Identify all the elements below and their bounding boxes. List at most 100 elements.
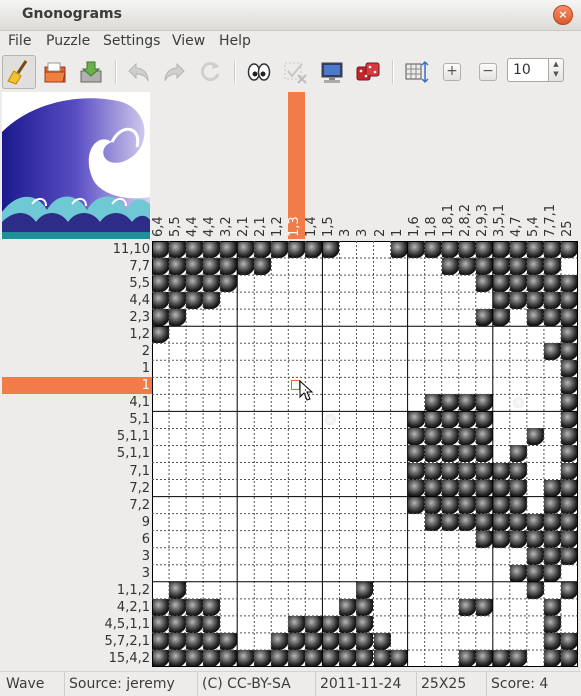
filled-cell[interactable] (543, 564, 561, 582)
unknown-cell[interactable] (544, 428, 561, 445)
filled-cell[interactable] (492, 292, 510, 310)
filled-cell[interactable] (509, 564, 527, 582)
unknown-cell[interactable] (305, 258, 322, 275)
unknown-cell[interactable] (442, 633, 459, 650)
close-button[interactable]: × (553, 5, 573, 25)
unknown-cell[interactable] (254, 633, 271, 650)
unknown-cell[interactable] (220, 565, 237, 582)
filled-cell[interactable] (441, 496, 459, 514)
filled-cell[interactable] (560, 292, 578, 310)
filled-cell[interactable] (169, 615, 187, 633)
unknown-cell[interactable] (408, 275, 425, 292)
unknown-cell[interactable] (322, 292, 339, 309)
unknown-cell[interactable] (288, 411, 305, 428)
unknown-cell[interactable] (271, 394, 288, 411)
unknown-cell[interactable] (527, 497, 544, 514)
filled-cell[interactable] (458, 462, 476, 480)
unknown-cell[interactable] (459, 582, 476, 599)
unknown-cell[interactable] (237, 343, 254, 360)
unknown-cell[interactable] (442, 548, 459, 565)
unknown-cell[interactable] (339, 411, 356, 428)
filled-cell[interactable] (169, 598, 187, 616)
filled-cell[interactable] (152, 632, 169, 650)
unknown-cell[interactable] (322, 360, 339, 377)
unknown-cell[interactable] (510, 582, 527, 599)
unknown-cell[interactable] (305, 411, 322, 428)
unknown-cell[interactable] (254, 531, 271, 548)
unknown-cell[interactable] (391, 531, 408, 548)
filled-cell[interactable] (543, 275, 561, 293)
filled-cell[interactable] (509, 445, 527, 463)
unknown-cell[interactable] (459, 565, 476, 582)
unknown-cell[interactable] (408, 565, 425, 582)
filled-cell[interactable] (254, 649, 272, 667)
unknown-cell[interactable] (237, 445, 254, 462)
unknown-cell[interactable] (408, 258, 425, 275)
filled-cell[interactable] (339, 615, 357, 633)
filled-cell[interactable] (526, 530, 544, 548)
unknown-cell[interactable] (544, 377, 561, 394)
filled-cell[interactable] (475, 496, 493, 514)
unknown-cell[interactable] (220, 497, 237, 514)
unknown-cell[interactable] (561, 599, 578, 616)
unknown-cell[interactable] (527, 463, 544, 480)
unknown-cell[interactable] (152, 497, 169, 514)
unknown-cell[interactable] (493, 360, 510, 377)
unknown-cell[interactable] (408, 309, 425, 326)
filled-cell[interactable] (458, 428, 476, 446)
unknown-cell[interactable] (459, 377, 476, 394)
unknown-cell[interactable] (152, 428, 169, 445)
unknown-cell[interactable] (356, 394, 373, 411)
unknown-cell[interactable] (374, 616, 391, 633)
unknown-cell[interactable] (186, 531, 203, 548)
unknown-cell[interactable] (476, 548, 493, 565)
filled-cell[interactable] (560, 479, 578, 497)
filled-cell[interactable] (475, 479, 493, 497)
unknown-cell[interactable] (271, 548, 288, 565)
filled-cell[interactable] (186, 632, 204, 650)
unknown-cell[interactable] (391, 326, 408, 343)
filled-cell[interactable] (543, 292, 561, 310)
unknown-cell[interactable] (254, 616, 271, 633)
filled-cell[interactable] (458, 411, 476, 429)
filled-cell[interactable] (509, 258, 527, 276)
unknown-cell[interactable] (271, 292, 288, 309)
unknown-cell[interactable] (476, 360, 493, 377)
unknown-cell[interactable] (476, 582, 493, 599)
filled-cell[interactable] (220, 258, 238, 276)
unknown-cell[interactable] (169, 497, 186, 514)
filled-cell[interactable] (475, 275, 493, 293)
filled-cell[interactable] (203, 615, 221, 633)
filled-cell[interactable] (560, 496, 578, 514)
filled-cell[interactable] (152, 598, 169, 616)
unknown-cell[interactable] (203, 514, 220, 531)
menu-file[interactable]: File (8, 33, 31, 49)
unknown-cell[interactable] (510, 360, 527, 377)
unknown-cell[interactable] (305, 480, 322, 497)
filled-cell[interactable] (186, 241, 204, 258)
restart-button[interactable] (193, 55, 227, 89)
filled-cell[interactable] (390, 241, 408, 258)
unknown-cell[interactable] (186, 377, 203, 394)
unknown-cell[interactable] (544, 463, 561, 480)
unknown-cell[interactable] (186, 394, 203, 411)
unknown-cell[interactable] (527, 650, 544, 667)
unknown-cell[interactable] (254, 360, 271, 377)
unknown-cell[interactable] (169, 343, 186, 360)
unknown-cell[interactable] (152, 565, 169, 582)
unknown-cell[interactable] (374, 275, 391, 292)
filled-cell[interactable] (543, 309, 561, 327)
filled-cell[interactable] (203, 275, 221, 293)
unknown-cell[interactable] (374, 428, 391, 445)
filled-cell[interactable] (475, 530, 493, 548)
unknown-cell[interactable] (237, 394, 254, 411)
unknown-cell[interactable] (544, 411, 561, 428)
unknown-cell[interactable] (339, 292, 356, 309)
unknown-cell[interactable] (322, 599, 339, 616)
unknown-cell[interactable] (152, 394, 169, 411)
unknown-cell[interactable] (459, 275, 476, 292)
unknown-cell[interactable] (322, 377, 339, 394)
unknown-cell[interactable] (169, 326, 186, 343)
unknown-cell[interactable] (425, 292, 442, 309)
unknown-cell[interactable] (356, 309, 373, 326)
